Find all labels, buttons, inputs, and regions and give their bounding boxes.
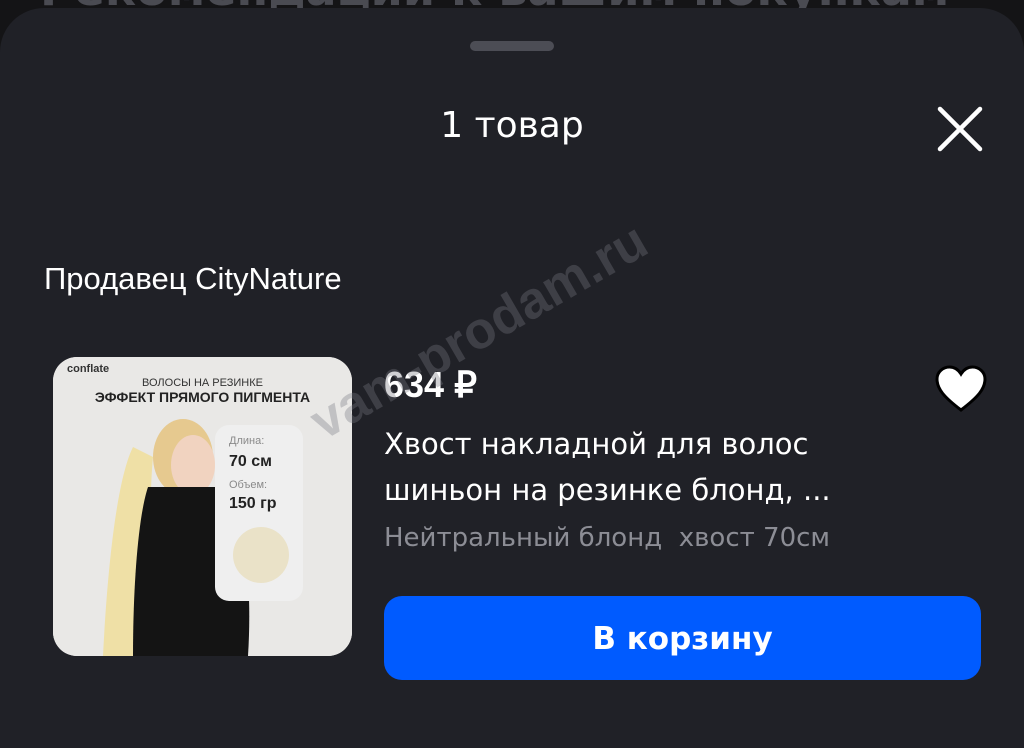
product-image[interactable]: conflate ВОЛОСЫ НА РЕЗИНКЕ ЭФФЕКТ ПРЯМОГ… xyxy=(53,357,352,656)
add-to-cart-button[interactable]: В корзину xyxy=(384,596,981,680)
sheet-handle[interactable] xyxy=(470,41,554,51)
image-volume-value: 150 гр xyxy=(229,495,277,512)
close-button[interactable] xyxy=(935,106,985,152)
sheet-title: 1 товар xyxy=(440,105,584,146)
hair-skein-image xyxy=(233,527,289,583)
image-length-label: Длина: xyxy=(229,435,265,447)
favorite-button[interactable] xyxy=(934,364,988,414)
image-brand: conflate xyxy=(67,363,110,375)
seller-name[interactable]: Продавец CityNature xyxy=(44,258,342,300)
close-icon xyxy=(937,106,983,152)
image-headline: ЭФФЕКТ ПРЯМОГО ПИГМЕНТА xyxy=(94,389,311,405)
image-caption: ВОЛОСЫ НА РЕЗИНКЕ xyxy=(142,377,263,389)
image-length-value: 70 см xyxy=(229,453,272,470)
product-price: 634 ₽ xyxy=(384,364,477,405)
heart-icon xyxy=(935,365,987,412)
image-volume-label: Объем: xyxy=(229,479,268,491)
product-name[interactable]: Хвост накладной для волос шиньон на рези… xyxy=(384,421,904,513)
product-variant: Нейтральный блонд хвост 70см xyxy=(384,523,831,553)
